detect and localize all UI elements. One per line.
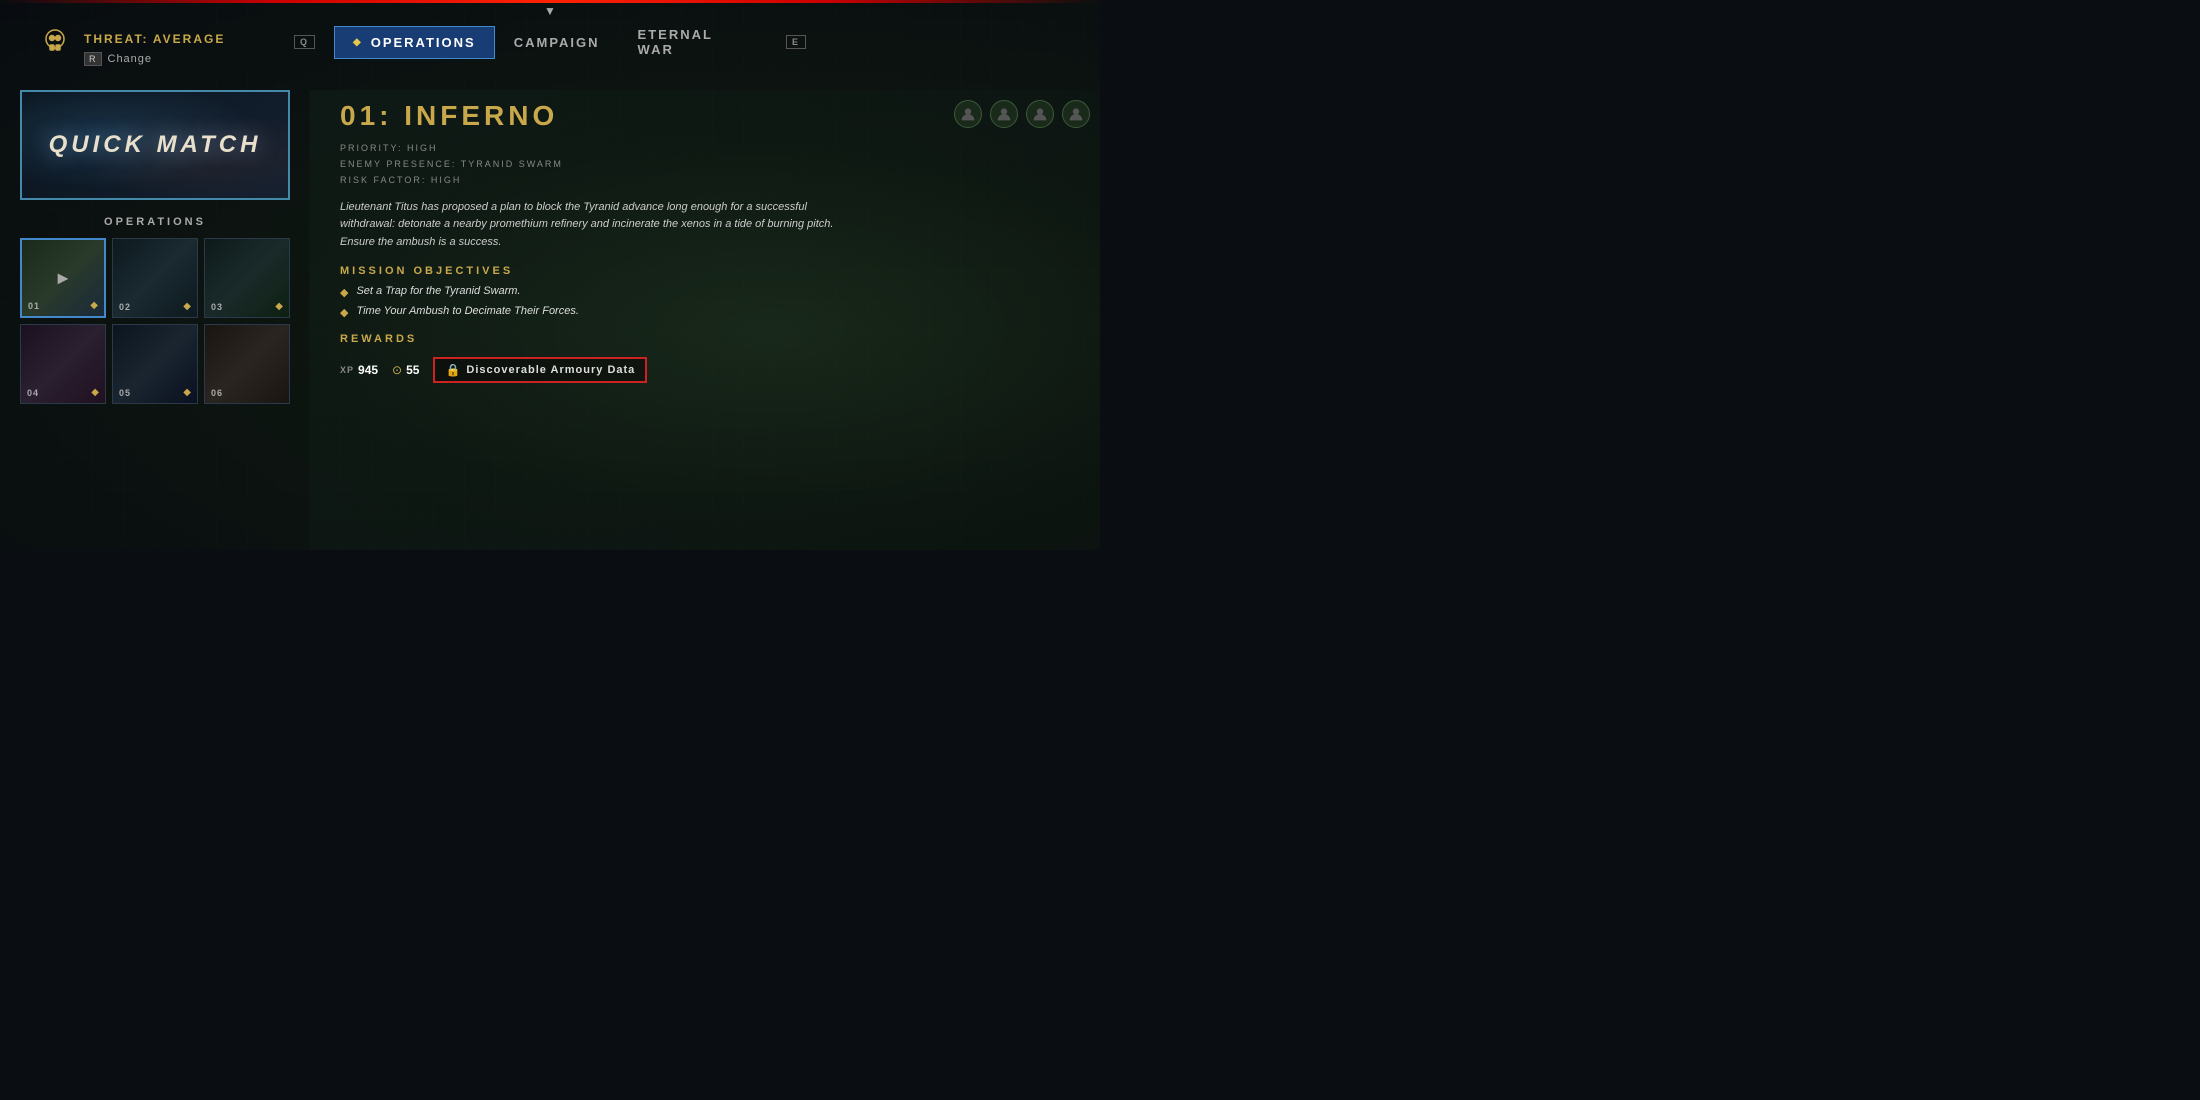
mission-06-num: 06 bbox=[211, 388, 223, 398]
mission-05-num: 05 bbox=[119, 388, 131, 398]
nav-tabs: ▼ Q ◆ Operations Campaign Eternal War E bbox=[275, 18, 825, 66]
xp-value: 945 bbox=[358, 363, 378, 377]
cursor-icon: ▶ bbox=[58, 270, 69, 287]
objective-2: ◆ Time Your Ambush to Decimate Their For… bbox=[340, 305, 1070, 319]
mission-03-icon: ◆ bbox=[275, 301, 283, 312]
mission-03-num: 03 bbox=[211, 302, 223, 312]
coin-reward: ⊙ 55 bbox=[392, 363, 419, 377]
mission-card-03[interactable]: 03 ◆ bbox=[204, 238, 290, 318]
left-panel: QUICK MATCH OPERATIONS 01 ▶ ◆ 02 ◆ 03 ◆ bbox=[0, 90, 310, 550]
right-panel: 01: INFERNO PRIORITY: HIGH ENEMY PRESENC… bbox=[310, 90, 1100, 550]
change-key: R bbox=[84, 52, 102, 66]
mission-description: Lieutenant Titus has proposed a plan to … bbox=[340, 199, 860, 252]
threat-area: THREAT: AVERAGE R Change bbox=[40, 30, 225, 66]
obj-1-text: Set a Trap for the Tyranid Swarm. bbox=[356, 285, 520, 297]
eternal-war-label: Eternal War bbox=[638, 27, 748, 57]
mission-02-num: 02 bbox=[119, 302, 131, 312]
xp-reward: XP 945 bbox=[340, 363, 378, 377]
quick-match-button[interactable]: QUICK MATCH bbox=[20, 90, 290, 200]
tab-q-key[interactable]: Q bbox=[275, 26, 334, 58]
mission-card-06[interactable]: 06 bbox=[204, 324, 290, 404]
objective-1: ◆ Set a Trap for the Tyranid Swarm. bbox=[340, 285, 1070, 299]
tab-e-key[interactable]: E bbox=[767, 26, 825, 58]
mission-card-05[interactable]: 05 ◆ bbox=[112, 324, 198, 404]
mission-01-icon: ◆ bbox=[90, 300, 98, 311]
mission-card-01[interactable]: 01 ▶ ◆ bbox=[20, 238, 106, 318]
xp-label: XP bbox=[340, 365, 354, 375]
skull-icon bbox=[40, 26, 70, 56]
mission-title: 01: INFERNO bbox=[340, 100, 1070, 132]
mission-04-icon: ◆ bbox=[91, 387, 99, 398]
e-key: E bbox=[786, 35, 806, 49]
main-content: QUICK MATCH OPERATIONS 01 ▶ ◆ 02 ◆ 03 ◆ bbox=[0, 90, 1100, 550]
threat-label: THREAT: AVERAGE bbox=[84, 30, 225, 48]
mission-02-icon: ◆ bbox=[183, 301, 191, 312]
mission-risk: RISK FACTOR: HIGH bbox=[340, 172, 1070, 188]
operations-section-label: OPERATIONS bbox=[20, 216, 290, 228]
coin-icon: ⊙ bbox=[392, 363, 402, 377]
obj-2-text: Time Your Ambush to Decimate Their Force… bbox=[356, 305, 578, 317]
mission-grid: 01 ▶ ◆ 02 ◆ 03 ◆ 04 ◆ 05 bbox=[20, 238, 290, 404]
armoury-icon: 🔒 bbox=[445, 363, 460, 377]
tab-eternal-war[interactable]: Eternal War bbox=[619, 18, 767, 66]
tab-operations[interactable]: ◆ Operations bbox=[334, 26, 495, 59]
operations-diamond: ◆ bbox=[353, 37, 363, 48]
mission-priority: PRIORITY: HIGH bbox=[340, 140, 1070, 156]
armoury-badge: 🔒 Discoverable Armoury Data bbox=[433, 357, 647, 383]
mission-card-02[interactable]: 02 ◆ bbox=[112, 238, 198, 318]
tab-campaign[interactable]: Campaign bbox=[495, 26, 619, 59]
change-text: Change bbox=[108, 53, 153, 65]
top-border bbox=[0, 0, 1100, 3]
mission-meta: PRIORITY: HIGH ENEMY PRESENCE: TYRANID S… bbox=[340, 140, 1070, 189]
rewards-row: XP 945 ⊙ 55 🔒 Discoverable Armoury Data bbox=[340, 357, 1070, 383]
coin-value: 55 bbox=[406, 363, 419, 377]
mission-04-num: 04 bbox=[27, 388, 39, 398]
objectives-label: MISSION OBJECTIVES bbox=[340, 265, 1070, 277]
q-key: Q bbox=[294, 35, 315, 49]
operations-label: Operations bbox=[371, 35, 476, 50]
armoury-label: Discoverable Armoury Data bbox=[466, 364, 635, 376]
obj-2-diamond: ◆ bbox=[340, 306, 348, 319]
obj-1-diamond: ◆ bbox=[340, 286, 348, 299]
campaign-label: Campaign bbox=[514, 35, 600, 50]
quick-match-label: QUICK MATCH bbox=[49, 131, 262, 159]
mission-card-04[interactable]: 04 ◆ bbox=[20, 324, 106, 404]
mission-01-num: 01 bbox=[28, 301, 40, 311]
rewards-label: REWARDS bbox=[340, 333, 1070, 345]
nav-chevron: ▼ bbox=[544, 4, 556, 18]
mission-05-icon: ◆ bbox=[183, 387, 191, 398]
mission-enemy: ENEMY PRESENCE: TYRANID SWARM bbox=[340, 156, 1070, 172]
